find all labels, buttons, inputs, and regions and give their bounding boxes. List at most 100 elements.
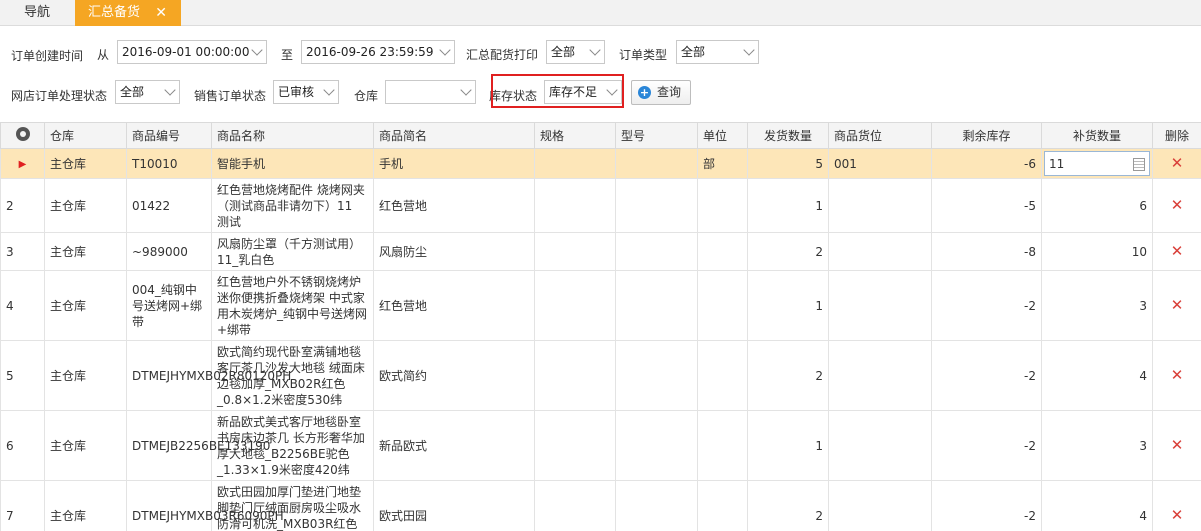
tab-navigation[interactable]: 导航 [0, 0, 74, 26]
cell-replenish[interactable]: 6 [1041, 178, 1153, 233]
cell-unit: 部 [697, 148, 748, 179]
table-row[interactable]: ▶ 主仓库 T10010 智能手机 手机 部 5 001 -6 11 ✕ [0, 148, 1201, 179]
shop-status-select[interactable]: 全部 [115, 80, 180, 104]
cell-stock: -8 [931, 232, 1042, 271]
cell-delete[interactable]: ✕ [1152, 410, 1201, 481]
cell-warehouse: 主仓库 [44, 178, 127, 233]
cell-model [615, 480, 698, 531]
table-row[interactable]: 7 主仓库 DTMEJHYMXB03R6090PH 欧式田园加厚门垫进门地垫脚垫… [0, 480, 1201, 531]
delete-x-icon[interactable]: ✕ [1171, 196, 1184, 214]
table-row[interactable]: 6 主仓库 DTMEJB2256BE133190 新品欧式美式客厅地毯卧室书房床… [0, 410, 1201, 481]
col-header[interactable]: 剩余库存 [931, 122, 1042, 149]
cell-unit [697, 410, 748, 481]
grid-settings[interactable] [0, 122, 45, 149]
delete-x-icon[interactable]: ✕ [1171, 506, 1184, 524]
cell-delete[interactable]: ✕ [1152, 340, 1201, 411]
table-row[interactable]: 5 主仓库 DTMEJHYMXB02R80120PH 欧式简约现代卧室满铺地毯客… [0, 340, 1201, 411]
cell-row-number: 2 [0, 178, 45, 233]
gear-icon[interactable] [15, 127, 30, 141]
cell-replenish[interactable]: 4 [1041, 480, 1153, 531]
cell-name: 红色营地烧烤配件 烧烤网夹（测试商品非请勿下）11 测试 [211, 178, 374, 233]
cell-model [615, 270, 698, 341]
sales-status-label: 销售订单状态 [194, 89, 267, 103]
shop-status-label: 网店订单处理状态 [11, 89, 108, 103]
cell-row-number: 6 [0, 410, 45, 481]
cell-delete[interactable]: ✕ [1152, 480, 1201, 531]
cell-short: 手机 [373, 148, 535, 179]
delete-x-icon[interactable]: ✕ [1171, 296, 1184, 314]
delete-x-icon[interactable]: ✕ [1171, 436, 1184, 454]
cell-code: 004_纯钢中号送烤网+绑带 [126, 270, 212, 341]
col-header[interactable]: 删除 [1152, 122, 1201, 149]
cell-delete[interactable]: ✕ [1152, 270, 1201, 341]
col-header[interactable]: 商品简名 [373, 122, 535, 149]
table-row[interactable]: 2 主仓库 01422 红色营地烧烤配件 烧烤网夹（测试商品非请勿下）11 测试… [0, 178, 1201, 233]
cell-qty: 1 [747, 178, 829, 233]
cell-name: 欧式简约现代卧室满铺地毯客厅茶几沙发大地毯 绒面床边毯加厚_MXB02R红色_0… [211, 340, 374, 411]
grid-header: 仓库 商品编号 商品名称 商品简名 规格 型号 单位 发货数量 商品货位 剩余库… [0, 122, 1201, 149]
cell-stock: -2 [931, 410, 1042, 481]
table-row[interactable]: 4 主仓库 004_纯钢中号送烤网+绑带 红色营地户外不锈钢烧烤炉迷你便携折叠烧… [0, 270, 1201, 341]
cell-spec [534, 480, 616, 531]
table-row[interactable]: 3 主仓库 ~989000 风扇防尘罩（千方测试用）11_乳白色 风扇防尘 2 … [0, 232, 1201, 271]
query-button[interactable]: + 查询 [631, 80, 691, 105]
cell-qty: 2 [747, 480, 829, 531]
from-label: 从 [97, 48, 110, 62]
col-header[interactable]: 商品货位 [828, 122, 932, 149]
order-type-select[interactable]: 全部 [676, 40, 759, 64]
calculator-icon[interactable] [1133, 158, 1145, 171]
warehouse-select[interactable] [385, 80, 476, 104]
col-header[interactable]: 商品名称 [211, 122, 374, 149]
cell-replenish[interactable]: 3 [1041, 410, 1153, 481]
cell-code: DTMEJHYMXB02R80120PH [126, 340, 291, 411]
from-datetime-input[interactable]: 2016-09-01 00:00:00 [117, 40, 267, 64]
cell-spec [534, 340, 616, 411]
cell-warehouse: 主仓库 [44, 232, 127, 271]
cell-unit [697, 270, 748, 341]
cell-replenish[interactable]: 11 [1041, 148, 1153, 179]
col-header[interactable]: 补货数量 [1041, 122, 1153, 149]
row-marker-icon: ▶ [18, 158, 27, 170]
cell-replenish[interactable]: 4 [1041, 340, 1153, 411]
cell-unit [697, 232, 748, 271]
cell-delete[interactable]: ✕ [1152, 232, 1201, 271]
close-icon[interactable]: ✕ [155, 0, 167, 26]
delete-x-icon[interactable]: ✕ [1171, 366, 1184, 384]
cell-unit [697, 480, 748, 531]
chevron-down-icon [164, 84, 176, 96]
col-header[interactable]: 单位 [697, 122, 748, 149]
cell-code: DTMEJHYMXB03R6090PH [126, 480, 284, 531]
cell-short: 新品欧式 [373, 410, 535, 481]
col-header[interactable]: 商品编号 [126, 122, 212, 149]
col-header[interactable]: 仓库 [44, 122, 127, 149]
chevron-down-icon [439, 44, 451, 56]
cell-replenish[interactable]: 3 [1041, 270, 1153, 341]
chevron-down-icon [460, 84, 472, 96]
cell-short: 红色营地 [373, 178, 535, 233]
cell-qty: 1 [747, 410, 829, 481]
col-header[interactable]: 规格 [534, 122, 616, 149]
cell-qty: 2 [747, 340, 829, 411]
cell-location [828, 178, 932, 233]
print-select[interactable]: 全部 [546, 40, 605, 64]
delete-x-icon[interactable]: ✕ [1171, 154, 1184, 172]
cell-name: 新品欧式美式客厅地毯卧室书房床边茶几 长方形奢华加厚大地毯_B2256BE驼色_… [211, 410, 374, 481]
cell-replenish[interactable]: 10 [1041, 232, 1153, 271]
delete-x-icon[interactable]: ✕ [1171, 242, 1184, 260]
cell-model [615, 148, 698, 179]
cell-name: 红色营地户外不锈钢烧烤炉迷你便携折叠烧烤架 中式家用木炭烤炉_纯钢中号送烤网+绑… [211, 270, 374, 341]
col-header[interactable]: 型号 [615, 122, 698, 149]
cell-qty: 5 [747, 148, 829, 179]
cell-delete[interactable]: ✕ [1152, 148, 1201, 179]
cell-short: 欧式简约 [373, 340, 535, 411]
cell-delete[interactable]: ✕ [1152, 178, 1201, 233]
sales-status-select[interactable]: 已审核 [273, 80, 339, 104]
tab-summary-stocking-label: 汇总备货 [88, 5, 141, 20]
col-header[interactable]: 发货数量 [747, 122, 829, 149]
to-datetime-input[interactable]: 2016-09-26 23:59:59 [301, 40, 455, 64]
cell-stock: -2 [931, 270, 1042, 341]
cell-warehouse: 主仓库 [44, 148, 127, 179]
replenish-input[interactable]: 11 [1044, 151, 1150, 176]
tab-summary-stocking[interactable]: 汇总备货 ✕ [75, 0, 181, 26]
cell-location: 001 [828, 148, 932, 179]
